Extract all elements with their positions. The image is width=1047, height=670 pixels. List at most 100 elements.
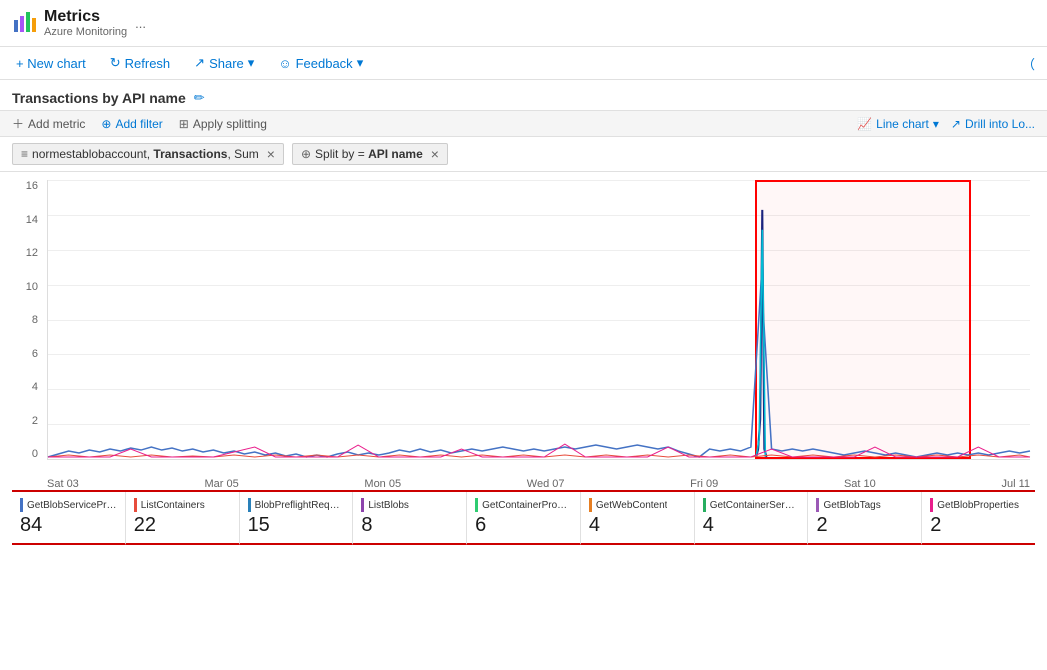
chart-wrapper: 16 14 12 10 8 6 4 2 0	[12, 180, 1035, 490]
chart-svg	[48, 180, 1030, 459]
legend-card-4: GetContainerProperties 6	[467, 492, 581, 545]
y-axis: 16 14 12 10 8 6 4 2 0	[12, 180, 42, 460]
metric-pill-close[interactable]: ×	[267, 147, 275, 161]
refresh-icon: ↻	[110, 55, 121, 71]
toolbar: + New chart ↻ Refresh ↗ Share ▾ ☺ Feedba…	[0, 47, 1047, 80]
y-label-6: 6	[32, 348, 38, 360]
legend-value-5: 4	[589, 514, 686, 537]
chart-plot	[47, 180, 1030, 460]
app-subtitle: Azure Monitoring	[44, 26, 127, 38]
legend-card-6: GetContainerServiceM... 4	[695, 492, 809, 545]
header-ellipsis-button[interactable]: ...	[135, 16, 146, 31]
drill-icon: ↗	[951, 117, 961, 131]
legend-color-7	[816, 498, 819, 512]
app-title: Metrics	[44, 8, 127, 26]
legend-value-6: 4	[703, 514, 800, 537]
y-label-8: 8	[32, 314, 38, 326]
legend-name-5: GetWebContent	[596, 500, 668, 511]
y-label-16: 16	[26, 180, 38, 192]
legend-value-1: 22	[134, 514, 231, 537]
legend-color-8	[930, 498, 933, 512]
split-pill-close[interactable]: ×	[431, 147, 439, 161]
x-label-mon05: Mon 05	[364, 478, 401, 490]
legend-card-8: GetBlobProperties 2	[922, 492, 1035, 545]
legend-header-7: GetBlobTags	[816, 498, 913, 512]
metric-pill[interactable]: ≡ normestablobaccount, Transactions, Sum…	[12, 143, 284, 165]
legend-card-7: GetBlobTags 2	[808, 492, 922, 545]
legend-card-1: ListContainers 22	[126, 492, 240, 545]
legend-color-6	[703, 498, 706, 512]
legend-value-2: 15	[248, 514, 345, 537]
pills-row: ≡ normestablobaccount, Transactions, Sum…	[0, 137, 1047, 172]
new-chart-button[interactable]: + New chart	[12, 54, 90, 73]
legend-name-6: GetContainerServiceM...	[710, 500, 800, 511]
add-metric-icon: ＋	[12, 115, 24, 132]
legend-name-8: GetBlobProperties	[937, 500, 1019, 511]
share-chevron-icon: ▾	[248, 55, 255, 71]
y-label-14: 14	[26, 214, 38, 226]
line-chart-button[interactable]: 📈 Line chart ▾	[857, 117, 939, 131]
legend-header-2: BlobPreflightRequest	[248, 498, 345, 512]
legend-name-4: GetContainerProperties	[482, 500, 572, 511]
drill-into-logs-button[interactable]: ↗ Drill into Lo...	[951, 117, 1035, 131]
split-pill[interactable]: ⊕ Split by = API name ×	[292, 143, 448, 165]
right-collapse-btn[interactable]: （	[1022, 54, 1035, 73]
legend-header-5: GetWebContent	[589, 498, 686, 512]
legend-header-0: GetBlobServiceProper...	[20, 498, 117, 512]
legend-value-0: 84	[20, 514, 117, 537]
legend-name-7: GetBlobTags	[823, 500, 880, 511]
apply-splitting-icon: ⊞	[179, 117, 189, 131]
chart-controls-right: 📈 Line chart ▾ ↗ Drill into Lo...	[857, 117, 1035, 131]
refresh-button[interactable]: ↻ Refresh	[106, 53, 174, 73]
legend-header-1: ListContainers	[134, 498, 231, 512]
y-label-10: 10	[26, 281, 38, 293]
chart-controls-left: ＋ Add metric ⊕ Add filter ⊞ Apply splitt…	[12, 115, 267, 132]
legend-value-3: 8	[361, 514, 458, 537]
add-filter-icon: ⊕	[101, 117, 111, 131]
legend-name-2: BlobPreflightRequest	[255, 500, 345, 511]
y-label-12: 12	[26, 247, 38, 259]
legend-header-4: GetContainerProperties	[475, 498, 572, 512]
feedback-chevron-icon: ▾	[357, 55, 364, 71]
legend-value-8: 2	[930, 514, 1027, 537]
share-icon: ↗	[194, 55, 205, 71]
x-axis: Sat 03 Mar 05 Mon 05 Wed 07 Fri 09 Sat 1…	[47, 474, 1030, 490]
legend-name-0: GetBlobServiceProper...	[27, 500, 117, 511]
x-label-wed07: Wed 07	[527, 478, 565, 490]
legend-card-3: ListBlobs 8	[353, 492, 467, 545]
app-icon	[12, 10, 36, 37]
legend-color-5	[589, 498, 592, 512]
legend-row: GetBlobServiceProper... 84 ListContainer…	[12, 490, 1035, 545]
y-label-2: 2	[32, 415, 38, 427]
apply-splitting-button[interactable]: ⊞ Apply splitting	[179, 117, 267, 131]
chart-title-bar: Transactions by API name ✏	[0, 80, 1047, 110]
chart-area: 16 14 12 10 8 6 4 2 0	[0, 172, 1047, 490]
share-button[interactable]: ↗ Share ▾	[190, 53, 258, 73]
x-label-sat10: Sat 10	[844, 478, 876, 490]
legend-value-7: 2	[816, 514, 913, 537]
legend-color-4	[475, 498, 478, 512]
split-pill-icon: ⊕	[301, 147, 311, 161]
y-label-4: 4	[32, 381, 38, 393]
y-label-0: 0	[32, 448, 38, 460]
legend-name-3: ListBlobs	[368, 500, 409, 511]
chart-title: Transactions by API name	[12, 90, 186, 106]
x-label-jul11: Jul 11	[1001, 478, 1030, 490]
legend-color-1	[134, 498, 137, 512]
legend-color-3	[361, 498, 364, 512]
legend-header-3: ListBlobs	[361, 498, 458, 512]
feedback-button[interactable]: ☺ Feedback ▾	[274, 53, 367, 73]
x-label-sat03: Sat 03	[47, 478, 79, 490]
metric-pill-label: normestablobaccount, Transactions, Sum	[32, 147, 259, 161]
legend-value-4: 6	[475, 514, 572, 537]
line-chart-chevron: ▾	[933, 117, 939, 131]
legend-color-0	[20, 498, 23, 512]
add-filter-button[interactable]: ⊕ Add filter	[101, 117, 162, 131]
x-label-fri09: Fri 09	[690, 478, 718, 490]
metric-pill-icon: ≡	[21, 147, 28, 161]
legend-name-1: ListContainers	[141, 500, 205, 511]
add-metric-button[interactable]: ＋ Add metric	[12, 115, 85, 132]
edit-title-icon[interactable]: ✏	[194, 90, 205, 106]
x-label-mar05: Mar 05	[204, 478, 238, 490]
split-pill-label: Split by = API name	[315, 147, 423, 161]
